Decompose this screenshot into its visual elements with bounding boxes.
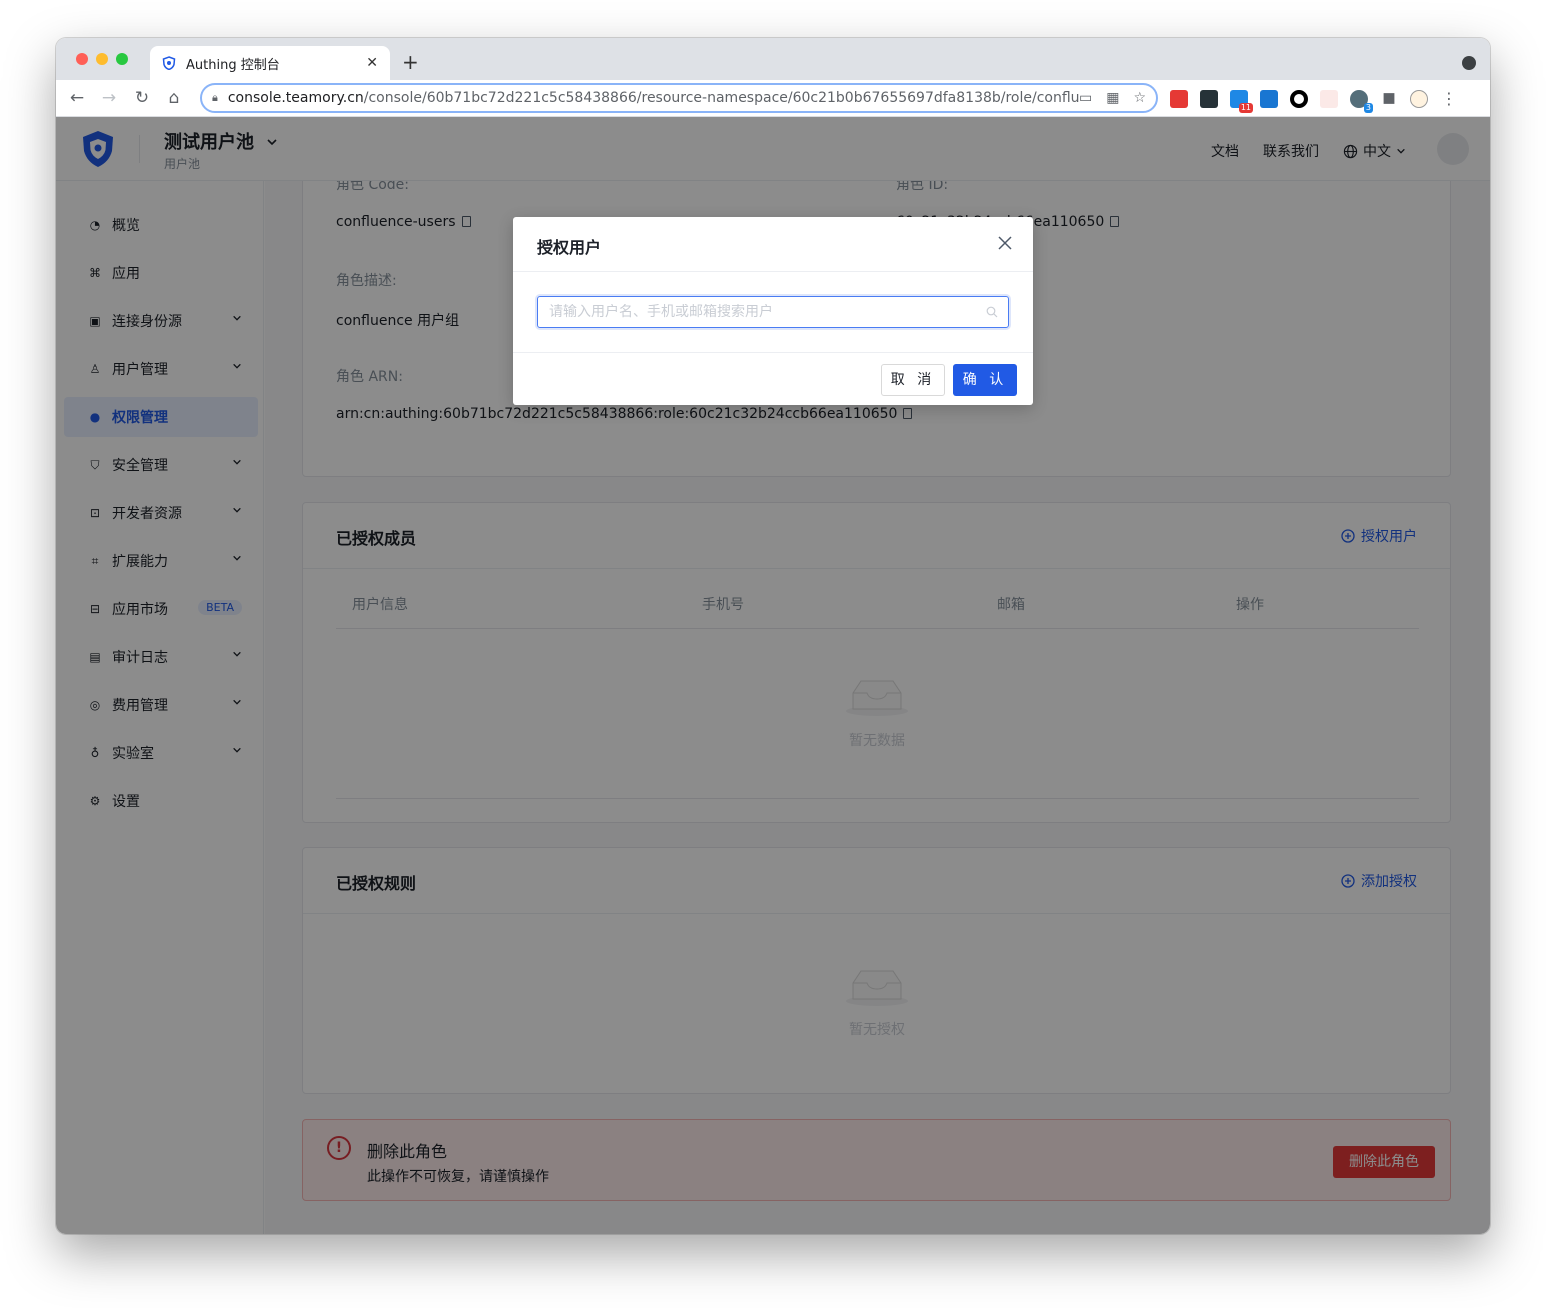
tab-title: Authing 控制台 xyxy=(186,57,280,73)
browser-menu-icon[interactable]: ⋮ xyxy=(1440,89,1458,108)
forward-button[interactable]: → xyxy=(98,88,120,108)
modal-header: 授权用户 xyxy=(513,217,1033,272)
extension-icon[interactable]: 11 xyxy=(1230,89,1253,113)
address-bar[interactable]: 🔒︎ console.teamory.cn/console/60b71bc72d… xyxy=(200,83,1158,113)
profile-avatar[interactable] xyxy=(1410,89,1428,108)
close-icon[interactable] xyxy=(997,235,1013,251)
search-icon xyxy=(986,306,998,318)
tab-search-button[interactable] xyxy=(1462,56,1476,70)
lock-icon: 🔒︎ xyxy=(212,91,218,104)
fe-extension-icon[interactable] xyxy=(1170,89,1188,108)
home-button[interactable]: ⌂ xyxy=(163,88,185,108)
cancel-button[interactable]: 取 消 xyxy=(881,364,945,396)
cast-icon[interactable]: ▭ xyxy=(1079,90,1092,106)
network-extension-icon[interactable] xyxy=(1320,89,1338,108)
minimize-window-button[interactable] xyxy=(96,53,108,65)
user-search-input[interactable] xyxy=(549,304,986,320)
back-button[interactable]: ← xyxy=(66,88,88,108)
user-search-field[interactable] xyxy=(537,296,1009,328)
authorize-user-modal: 授权用户 取 消 确 认 xyxy=(513,217,1033,405)
browser-toolbar: ← → ↻ ⌂ 🔒︎ console.teamory.cn/console/60… xyxy=(56,80,1490,117)
bookmark-star-icon[interactable]: ☆ xyxy=(1133,90,1146,106)
maximize-window-button[interactable] xyxy=(116,53,128,65)
circle-extension-icon[interactable] xyxy=(1290,89,1308,108)
url-text: console.teamory.cn/console/60b71bc72d221… xyxy=(227,90,1079,106)
tab-close-icon[interactable]: ✕ xyxy=(366,55,378,71)
saml-extension-icon[interactable] xyxy=(1260,89,1278,108)
close-window-button[interactable] xyxy=(76,53,88,65)
new-tab-button[interactable]: + xyxy=(402,50,419,74)
browser-tab[interactable]: Authing 控制台 ✕ xyxy=(150,46,390,80)
app: 测试用户池 用户池 文档 联系我们 中文 ◔ 概览 ⌘ 应用 ▣ 连接身份源 ♙ 用户管… xyxy=(56,117,1490,1234)
modal-footer: 取 消 确 认 xyxy=(513,352,1033,405)
modal-title: 授权用户 xyxy=(537,238,602,257)
browser-window: Authing 控制台 ✕ + ← → ↻ ⌂ 🔒︎ console.teamo… xyxy=(56,38,1490,1234)
react-devtools-icon[interactable] xyxy=(1200,89,1218,108)
reload-button[interactable]: ↻ xyxy=(131,88,153,108)
extensions-row: 11 3 ⋮ xyxy=(1170,89,1458,113)
qr-code-icon[interactable]: ▦ xyxy=(1106,90,1119,106)
puzzle-icon[interactable] xyxy=(1383,93,1395,104)
window-controls xyxy=(76,53,128,65)
confirm-button[interactable]: 确 认 xyxy=(953,364,1017,396)
octotree-icon[interactable]: 3 xyxy=(1350,89,1373,113)
authing-favicon-icon xyxy=(162,56,176,70)
browser-tabbar: Authing 控制台 ✕ + xyxy=(56,38,1490,80)
